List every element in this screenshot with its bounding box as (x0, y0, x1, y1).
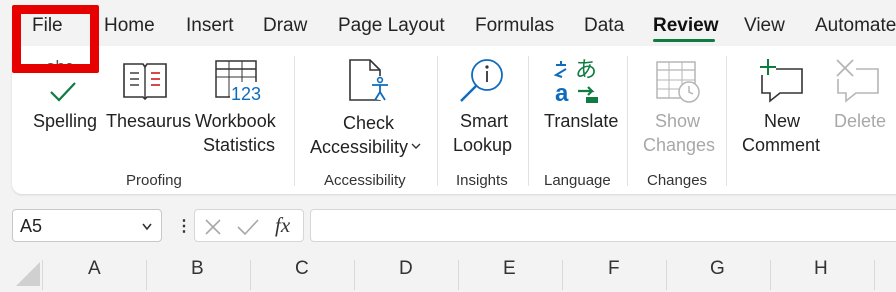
insert-function-button[interactable]: fx (275, 213, 290, 238)
smart-label: Smart (460, 111, 509, 131)
group-separator (726, 56, 727, 186)
column-divider (354, 260, 355, 290)
check-label: Check (343, 113, 395, 133)
column-header-e[interactable]: E (503, 258, 516, 280)
svg-text:あ: あ (575, 58, 597, 83)
translate-icon: あ a (553, 58, 598, 105)
workbook-label: Workbook (195, 111, 276, 131)
column-header-d[interactable]: D (399, 258, 413, 280)
tab-formulas[interactable]: Formulas (475, 15, 554, 37)
tab-page-layout[interactable]: Page Layout (338, 15, 445, 37)
formula-buttons: fx (194, 209, 304, 242)
tab-home[interactable]: Home (104, 15, 155, 37)
checkmark-icon (50, 82, 76, 102)
column-header-a[interactable]: A (88, 258, 101, 280)
group-separator (627, 56, 628, 186)
show-changes-icon (656, 61, 700, 103)
comment-label: Comment (742, 135, 821, 155)
statistics-number-icon: 123 (231, 84, 262, 104)
accessibility-document-icon (349, 59, 392, 101)
cancel-icon[interactable] (203, 217, 223, 237)
new-label: New (764, 111, 801, 131)
select-all-corner[interactable] (12, 258, 42, 288)
column-divider (250, 260, 251, 290)
thesaurus-label: Thesaurus (106, 111, 192, 131)
tab-insert[interactable]: Insert (186, 15, 234, 37)
chevron-down-icon[interactable] (410, 142, 422, 152)
more-options-icon[interactable]: ⋮ (176, 216, 192, 236)
changes-label: Changes (643, 135, 716, 155)
column-headers (0, 256, 896, 292)
column-header-h[interactable]: H (814, 258, 828, 280)
column-divider (562, 260, 563, 290)
tab-automate[interactable]: Automate (815, 15, 896, 37)
smart-lookup-icon (460, 59, 503, 102)
lookup-label: Lookup (453, 135, 513, 155)
svg-text:a: a (555, 80, 569, 105)
ribbon-tabs: File Home Insert Draw Page Layout Formul… (0, 0, 896, 52)
name-box-value: A5 (20, 216, 43, 236)
highlight-box (12, 5, 99, 73)
group-label-proofing: Proofing (126, 172, 182, 189)
column-divider (770, 260, 771, 290)
group-label-accessibility: Accessibility (324, 172, 406, 189)
column-divider (874, 260, 875, 290)
tab-draw[interactable]: Draw (263, 15, 307, 37)
group-separator (528, 56, 529, 186)
formula-input[interactable] (310, 209, 896, 242)
column-header-b[interactable]: B (191, 258, 204, 280)
group-separator (437, 56, 438, 186)
translate-label: Translate (544, 111, 619, 131)
spelling-label: Spelling (33, 111, 98, 131)
new-comment-icon (760, 59, 803, 103)
book-icon (123, 63, 167, 101)
chevron-down-icon[interactable] (141, 222, 153, 232)
statistics-label: Statistics (203, 135, 276, 155)
tab-view[interactable]: View (744, 15, 785, 37)
accessibility-label: Accessibility (310, 137, 409, 157)
tab-data[interactable]: Data (584, 15, 624, 37)
column-header-g[interactable]: G (710, 258, 725, 280)
enter-check-icon[interactable] (236, 217, 260, 237)
group-separator (294, 56, 295, 186)
column-divider (458, 260, 459, 290)
column-header-f[interactable]: F (608, 258, 620, 280)
column-divider (666, 260, 667, 290)
column-header-c[interactable]: C (295, 258, 309, 280)
delete-comment-icon (834, 57, 879, 103)
show-label: Show (655, 111, 701, 131)
group-label-changes: Changes (647, 172, 708, 189)
group-label-insights: Insights (456, 172, 508, 189)
delete-label: Delete (834, 111, 887, 131)
active-tab-indicator (653, 39, 715, 42)
group-label-language: Language (544, 172, 611, 189)
tab-review[interactable]: Review (653, 15, 718, 37)
column-divider (146, 260, 147, 290)
column-divider (42, 260, 43, 290)
name-box[interactable]: A5 (12, 209, 162, 242)
